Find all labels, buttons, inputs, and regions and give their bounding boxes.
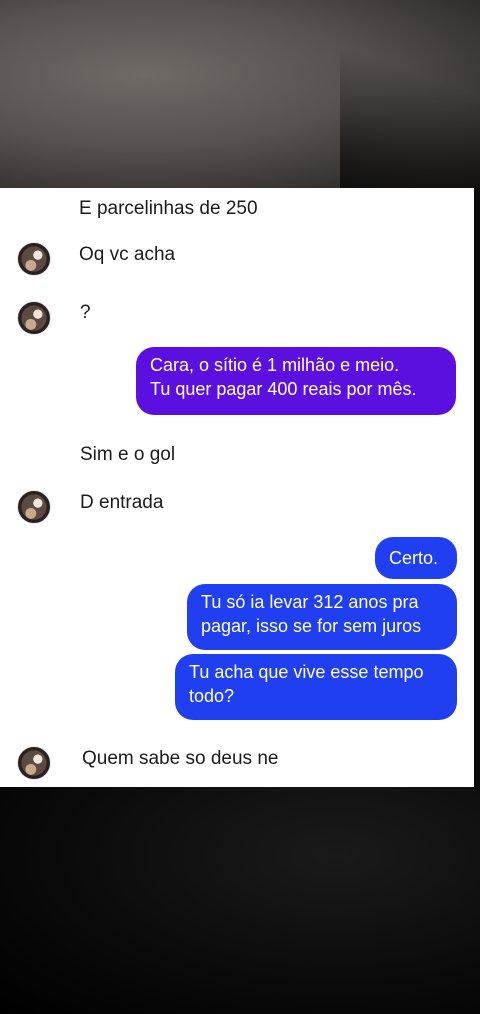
contact-avatar <box>17 301 51 335</box>
sent-message: Tu só ia levar 312 anos pra pagar, isso … <box>187 584 457 650</box>
received-message: E parcelinhas de 250 <box>79 198 258 219</box>
sent-message-line: Tu só ia levar 312 anos pra <box>201 592 419 612</box>
sent-message-line: Tu quer pagar 400 reais por mês. <box>150 379 417 399</box>
contact-avatar <box>17 242 51 276</box>
received-message: Sim e o gol <box>80 444 176 465</box>
sent-message-line: Cara, o sítio é 1 milhão e meio. <box>150 355 400 375</box>
contact-avatar <box>17 490 51 524</box>
sent-message: Certo. <box>375 537 457 579</box>
received-message: ? <box>80 302 91 323</box>
received-message: Oq vc acha <box>79 244 176 265</box>
background-photo-top <box>0 0 480 188</box>
received-message: Quem sabe so deus ne <box>82 748 279 769</box>
sent-message: Tu acha que vive esse tempo todo? <box>175 654 457 720</box>
received-message: D entrada <box>80 492 164 513</box>
sent-message-line: Tu acha que vive esse tempo <box>189 662 424 682</box>
background-photo-bottom <box>0 787 480 1014</box>
sent-message: Cara, o sítio é 1 milhão e meio. Tu quer… <box>136 347 456 415</box>
chat-screenshot: E parcelinhas de 250 Oq vc acha ? Cara, … <box>0 188 474 787</box>
sent-message-text: Certo. <box>389 548 439 568</box>
sent-message-line: pagar, isso se for sem juros <box>201 616 422 636</box>
sent-message-line: todo? <box>189 686 235 706</box>
contact-avatar <box>17 746 51 780</box>
